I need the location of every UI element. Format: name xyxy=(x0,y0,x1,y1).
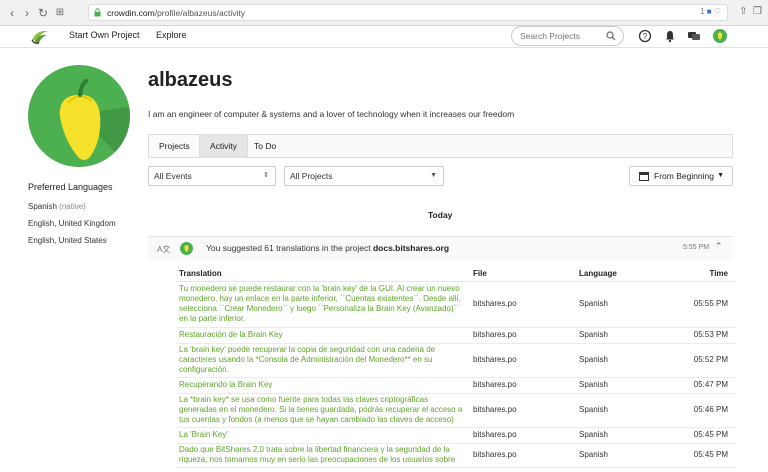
shield-icon: ■ xyxy=(706,7,712,16)
file-cell: bitshares.po xyxy=(470,327,576,344)
table-row[interactable]: Dado que BitShares 2.0 trata sobre la li… xyxy=(176,443,736,468)
browser-actions: ⇧ ❐ xyxy=(739,6,762,17)
heart-icon: ♡ xyxy=(713,7,721,16)
table-row[interactable]: La *brain key* se usa como fuente para t… xyxy=(176,393,736,428)
back-icon[interactable]: ‹ xyxy=(6,6,18,20)
profile-username: albazeus xyxy=(148,69,233,91)
translations-table: Translation File Language Time Tu monede… xyxy=(176,266,736,468)
browser-toolbar: ‹ › ↻ ⊞ crowdin.com/profile/albazeus/act… xyxy=(0,0,768,26)
profile-avatar xyxy=(28,65,130,167)
search-box[interactable] xyxy=(511,26,624,46)
date-range-button[interactable]: From Beginning ▼ xyxy=(629,166,733,186)
translation-text[interactable]: La 'Brain Key' xyxy=(176,427,470,444)
translation-text[interactable]: La 'brain key' puede recuperar la copia … xyxy=(176,343,470,378)
language-cell: Spanish xyxy=(576,281,686,328)
avatar xyxy=(180,242,193,255)
project-link[interactable]: docs.bitshares.org xyxy=(373,243,449,253)
forward-icon[interactable]: › xyxy=(21,6,33,20)
tab-activity[interactable]: Activity xyxy=(199,135,248,157)
activity-summary: You suggested 61 translations in the pro… xyxy=(206,243,450,253)
file-cell: bitshares.po xyxy=(470,281,576,328)
time-cell: 05:45 PM xyxy=(686,443,736,468)
table-row[interactable]: La 'Brain Key' bitshares.po Spanish 05:4… xyxy=(176,427,736,444)
table-header-row: Translation File Language Time xyxy=(176,266,736,282)
calendar-icon xyxy=(639,172,649,181)
tabs-icon[interactable]: ❐ xyxy=(753,6,762,17)
caret-down-icon: ▼ xyxy=(717,172,724,179)
time-cell: 05:55 PM xyxy=(686,281,736,328)
file-cell: bitshares.po xyxy=(470,343,576,378)
time-cell: 05:47 PM xyxy=(686,377,736,394)
user-avatar-icon[interactable] xyxy=(713,29,727,43)
language-cell: Spanish xyxy=(576,377,686,394)
projects-select[interactable]: All Projects ▼ xyxy=(284,166,444,186)
translation-text[interactable]: Recuperando la Brain Key xyxy=(176,377,470,394)
share-icon[interactable]: ⇧ xyxy=(739,6,747,17)
address-bar[interactable]: crowdin.com/profile/albazeus/activity 1 … xyxy=(88,4,728,21)
language-item: Spanish (native) xyxy=(28,202,86,211)
translate-icon: A文 xyxy=(157,245,171,254)
profile-bio: I am an engineer of computer & systems a… xyxy=(148,109,515,119)
search-input[interactable] xyxy=(520,31,605,41)
language-item: English, United States xyxy=(28,236,107,245)
profile-tabs: Projects Activity To Do xyxy=(148,134,733,158)
col-time: Time xyxy=(686,266,736,282)
time-cell: 05:53 PM xyxy=(686,327,736,344)
help-icon[interactable]: ? xyxy=(638,29,652,43)
activity-time: 5:55 PM xyxy=(683,244,710,251)
preferred-languages-title: Preferred Languages xyxy=(28,182,113,192)
language-cell: Spanish xyxy=(576,443,686,468)
table-row[interactable]: Tu monedero se puede restaurar con la 'b… xyxy=(176,281,736,328)
explore-link[interactable]: Explore xyxy=(156,30,187,40)
start-project-link[interactable]: Start Own Project xyxy=(69,30,140,40)
caret-down-icon: ▼ xyxy=(430,172,437,179)
table-row[interactable]: Restauración de la Brain Key bitshares.p… xyxy=(176,327,736,344)
file-cell: bitshares.po xyxy=(470,377,576,394)
svg-text:?: ? xyxy=(643,32,648,41)
language-item: English, United Kingdom xyxy=(28,219,116,228)
url-text: crowdin.com/profile/albazeus/activity xyxy=(107,8,245,18)
search-icon[interactable] xyxy=(606,31,616,41)
url-extras: 1 ■ ♡ xyxy=(700,7,721,16)
events-select[interactable]: All Events ⇕ xyxy=(148,166,276,186)
language-cell: Spanish xyxy=(576,427,686,444)
time-cell: 05:46 PM xyxy=(686,393,736,428)
tab-todo[interactable]: To Do xyxy=(244,135,286,157)
table-row[interactable]: La 'brain key' puede recuperar la copia … xyxy=(176,343,736,378)
updown-icon: ⇕ xyxy=(263,172,269,179)
grid-icon[interactable]: ⊞ xyxy=(54,6,66,20)
pepper-icon xyxy=(59,79,130,167)
reload-icon[interactable]: ↻ xyxy=(37,6,49,20)
lock-icon xyxy=(94,8,101,17)
table-row[interactable]: Recuperando la Brain Key bitshares.po Sp… xyxy=(176,377,736,394)
translation-text[interactable]: Tu monedero se puede restaurar con la 'b… xyxy=(176,281,470,328)
col-language: Language xyxy=(576,266,686,282)
file-cell: bitshares.po xyxy=(470,443,576,468)
chevron-up-icon[interactable]: ⌃ xyxy=(715,241,723,252)
col-file: File xyxy=(470,266,576,282)
app-header: Start Own Project Explore ? xyxy=(0,26,768,48)
language-cell: Spanish xyxy=(576,393,686,428)
language-cell: Spanish xyxy=(576,343,686,378)
translation-text[interactable]: Restauración de la Brain Key xyxy=(176,327,470,344)
col-translation: Translation xyxy=(176,266,470,282)
crowdin-logo-icon[interactable] xyxy=(30,28,50,46)
time-cell: 05:52 PM xyxy=(686,343,736,378)
translation-text[interactable]: La *brain key* se usa como fuente para t… xyxy=(176,393,470,428)
messages-icon[interactable] xyxy=(687,29,701,43)
language-cell: Spanish xyxy=(576,327,686,344)
time-cell: 05:45 PM xyxy=(686,427,736,444)
file-cell: bitshares.po xyxy=(470,427,576,444)
day-label: Today xyxy=(428,210,453,220)
tab-projects[interactable]: Projects xyxy=(149,135,200,157)
activity-header[interactable]: A文 You suggested 61 translations in the … xyxy=(148,236,733,260)
translation-text[interactable]: Dado que BitShares 2.0 trata sobre la li… xyxy=(176,443,470,468)
notifications-icon[interactable] xyxy=(663,29,677,43)
file-cell: bitshares.po xyxy=(470,393,576,428)
